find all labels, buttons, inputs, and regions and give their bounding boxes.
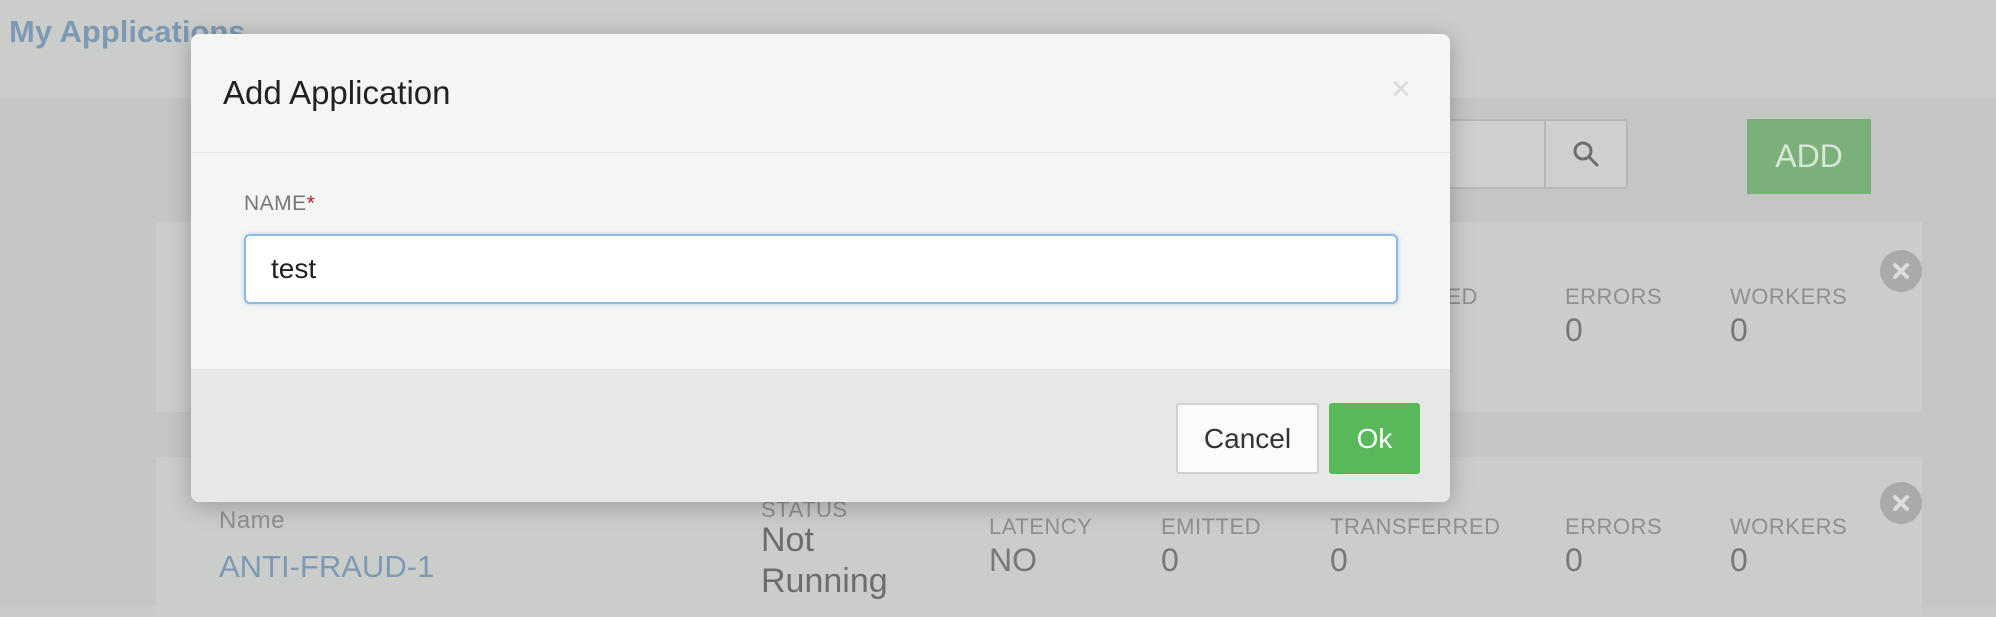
cancel-button[interactable]: Cancel — [1176, 403, 1319, 474]
required-mark: * — [306, 192, 316, 215]
close-icon — [1893, 263, 1909, 279]
close-icon — [1893, 495, 1909, 511]
add-application-modal: Add Application × NAME* Cancel Ok — [191, 34, 1450, 502]
errors-label: ERRORS — [1565, 514, 1663, 539]
name-field-label-text: NAME — [244, 192, 307, 215]
divider — [191, 152, 1450, 153]
name-label: Name — [219, 507, 286, 534]
latency-value: NO — [989, 542, 1037, 578]
name-input[interactable] — [244, 234, 1398, 304]
errors-label: ERRORS — [1565, 284, 1663, 309]
remove-app-icon[interactable] — [1880, 250, 1922, 292]
errors-value: 0 — [1565, 542, 1583, 578]
emitted-label: EMITTED — [1161, 514, 1262, 539]
ok-button[interactable]: Ok — [1329, 403, 1420, 474]
transferred-label: TRANSFERRED — [1330, 514, 1501, 539]
remove-app-icon[interactable] — [1880, 482, 1922, 524]
close-icon[interactable]: × — [1391, 70, 1411, 109]
app-name-link[interactable]: ANTI-FRAUD-1 — [219, 549, 434, 585]
add-button[interactable]: ADD — [1747, 119, 1871, 194]
status-value-line2: Running — [761, 562, 888, 600]
search-icon — [1573, 141, 1599, 167]
workers-value: 0 — [1730, 542, 1748, 578]
transferred-value: 0 — [1330, 542, 1348, 578]
modal-footer: Cancel Ok — [191, 369, 1450, 502]
emitted-value: 0 — [1161, 542, 1179, 578]
errors-value: 0 — [1565, 312, 1583, 348]
workers-label: WORKERS — [1730, 514, 1848, 539]
status-value-line1: Not — [761, 521, 814, 559]
search-button[interactable] — [1546, 119, 1628, 189]
latency-label: LATENCY — [989, 514, 1093, 539]
modal-title: Add Application — [223, 74, 451, 111]
workers-value: 0 — [1730, 312, 1748, 348]
name-field-label: NAME* — [244, 192, 315, 216]
workers-label: WORKERS — [1730, 284, 1848, 309]
